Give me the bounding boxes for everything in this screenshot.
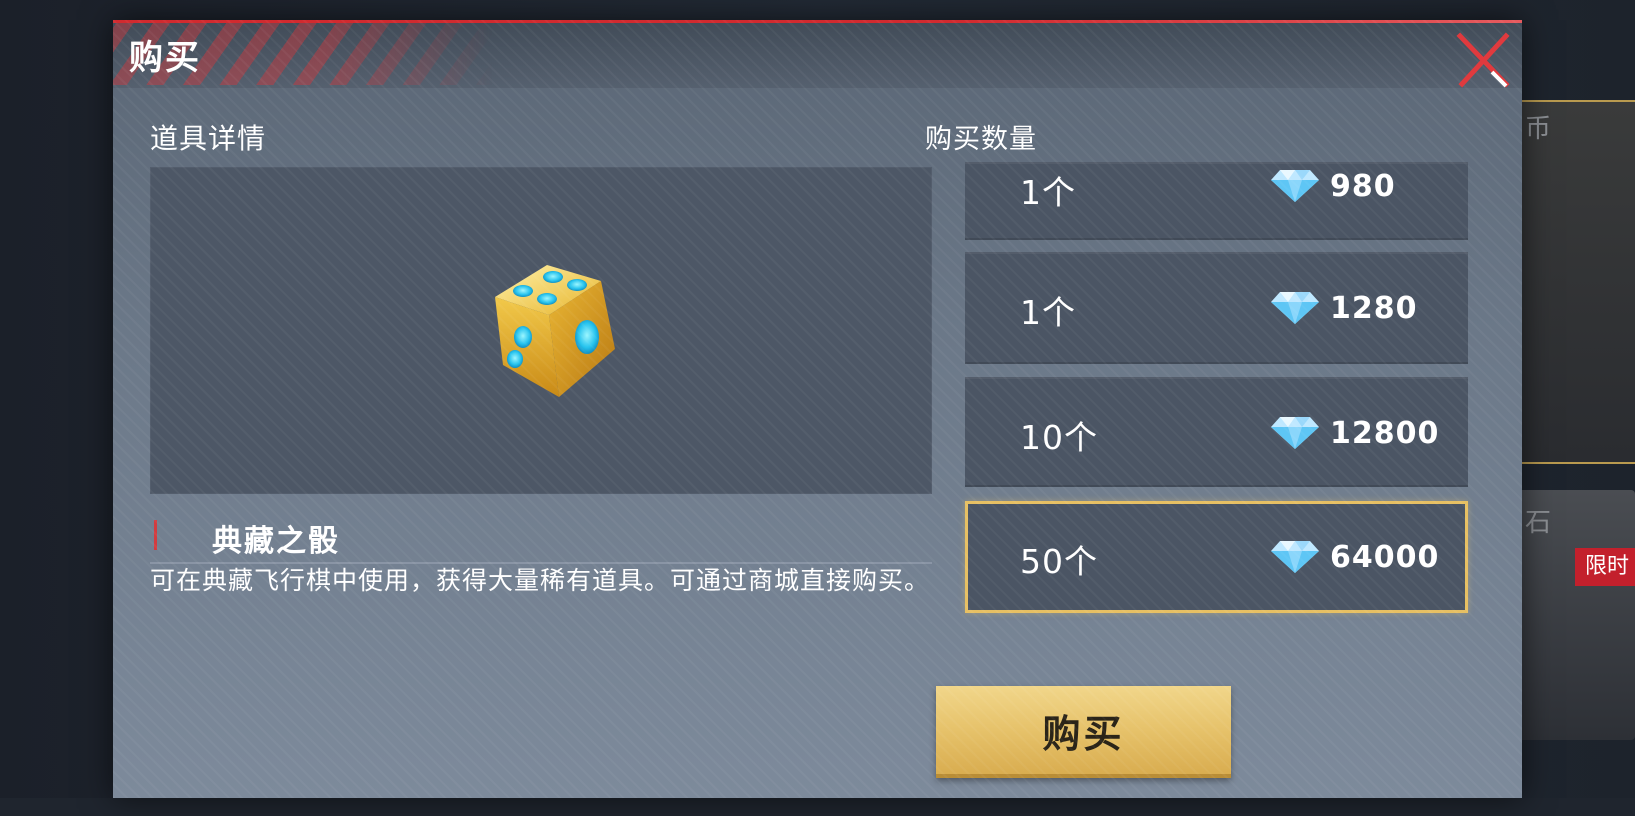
item-description: 可在典藏飞行棋中使用，获得大量稀有道具。可通过商城直接购买。 [150,566,931,595]
price-value: 12800 [1330,415,1440,451]
background-bottom-bar [0,798,1635,816]
quantity-option-label: 50个 [1020,542,1098,581]
buy-button[interactable]: 购买 [936,686,1231,778]
quantity-option-1[interactable]: 1个 980 [965,162,1468,240]
background-partial-text: 石 [1525,508,1552,538]
item-detail-label: 道具详情 [150,122,267,155]
diamond-icon [1271,541,1319,573]
close-x-icon [1456,32,1510,88]
quantity-option-label: 1个 [1020,293,1076,332]
buy-button-label: 购买 [1042,711,1125,756]
quantity-option-2[interactable]: 1个 1280 [965,252,1468,364]
quantity-option-3[interactable]: 10个 12800 [965,377,1468,487]
quantity-option-price: 12800 [1270,411,1439,455]
diamond-icon [1271,170,1319,202]
item-name-row: 典藏之骰 [150,514,932,564]
item-preview [150,167,932,494]
purchase-quantity-label: 购买数量 [925,124,1037,155]
background-partial-text: 币 [1525,114,1552,144]
quantity-option-label: 10个 [1020,418,1098,457]
quantity-option-price: 64000 [1270,535,1439,579]
price-value: 980 [1330,168,1396,204]
price-value: 64000 [1330,539,1440,575]
dialog-title: 购买 [129,38,201,78]
name-marker [154,520,157,550]
diamond-icon [1271,417,1319,449]
quantity-option-price: 1280 [1270,286,1418,330]
diamond-icon [1271,292,1319,324]
quantity-option-price: 980 [1270,164,1396,208]
price-value: 1280 [1330,290,1418,326]
golden-dice-icon [475,247,645,407]
limited-time-badge: 限时 [1575,548,1635,586]
quantity-option-label: 1个 [1020,173,1076,212]
header-accent-line [113,20,1522,23]
item-name: 典藏之骰 [212,524,340,559]
close-button[interactable] [1452,28,1514,90]
purchase-dialog: 购买 道具详情 典藏之骰 可在典藏飞行棋中使用，获得大量稀有道具。可通过商城直接… [113,20,1522,798]
quantity-option-4-selected[interactable]: 50个 64000 [965,501,1468,613]
